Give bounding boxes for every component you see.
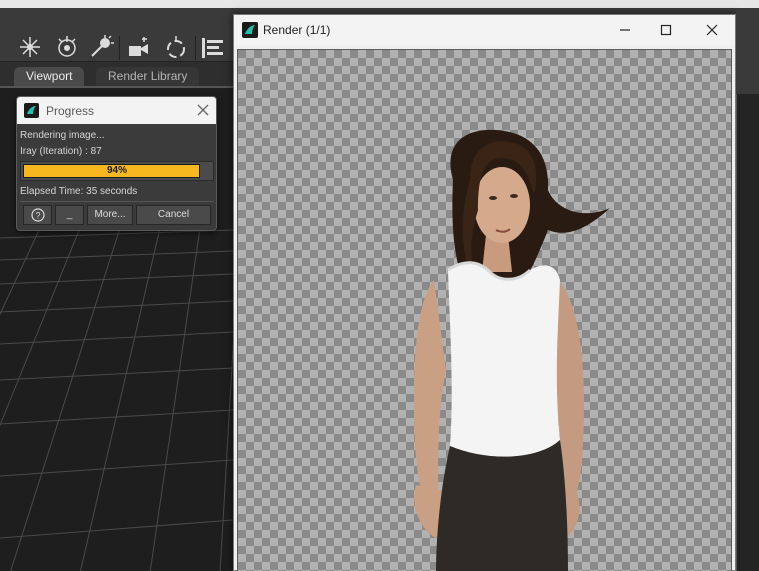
help-icon: ? xyxy=(30,208,45,222)
align-icon[interactable] xyxy=(200,34,226,60)
viewport-tabs: Viewport Render Library xyxy=(0,62,233,86)
top-strip xyxy=(0,0,759,8)
divider xyxy=(20,201,214,202)
progress-title: Progress xyxy=(46,104,95,118)
cancel-button[interactable]: Cancel xyxy=(136,205,211,225)
render-window: Render (1/1) xyxy=(233,14,736,571)
render-canvas xyxy=(237,49,732,571)
camera-tool-icon[interactable] xyxy=(126,34,152,60)
joint-tool-icon[interactable] xyxy=(54,34,80,60)
minimize-icon[interactable] xyxy=(613,19,637,41)
maximize-icon[interactable] xyxy=(654,19,678,41)
tab-render-library[interactable]: Render Library xyxy=(96,67,200,86)
rotate-tool-icon[interactable] xyxy=(163,34,189,60)
right-panel-edge xyxy=(736,8,759,571)
elapsed-time-text: Elapsed Time: 35 seconds xyxy=(20,186,138,197)
toolbar-separator xyxy=(119,36,120,60)
progress-titlebar[interactable]: Progress xyxy=(17,97,216,124)
progress-percent: 94% xyxy=(106,165,127,176)
render-titlebar[interactable]: Render (1/1) xyxy=(234,15,735,45)
progress-status-text: Rendering image... xyxy=(20,130,105,141)
help-button[interactable]: ? xyxy=(23,205,52,225)
toolbar-separator xyxy=(195,36,196,60)
iteration-text: Iray (Iteration) : 87 xyxy=(20,146,102,157)
render-title: Render (1/1) xyxy=(263,23,331,37)
rendered-figure-image xyxy=(414,129,610,571)
pin-tool-icon[interactable] xyxy=(88,34,114,60)
app-logo-icon xyxy=(242,22,258,38)
app-window: Viewport Render Library Progress Renderi… xyxy=(0,0,759,571)
tab-viewport[interactable]: Viewport xyxy=(14,67,85,86)
more-button[interactable]: More... xyxy=(87,205,133,225)
close-icon[interactable] xyxy=(195,102,211,118)
progress-bar: 94% xyxy=(20,161,214,181)
svg-text:?: ? xyxy=(35,211,40,221)
close-icon[interactable] xyxy=(700,19,724,41)
minimize-button[interactable]: _ xyxy=(55,205,84,225)
right-panel xyxy=(736,94,759,571)
sparkle-tool-icon[interactable] xyxy=(17,34,43,60)
app-logo-icon xyxy=(24,103,39,118)
progress-dialog: Progress Rendering image... Iray (Iterat… xyxy=(16,96,217,231)
